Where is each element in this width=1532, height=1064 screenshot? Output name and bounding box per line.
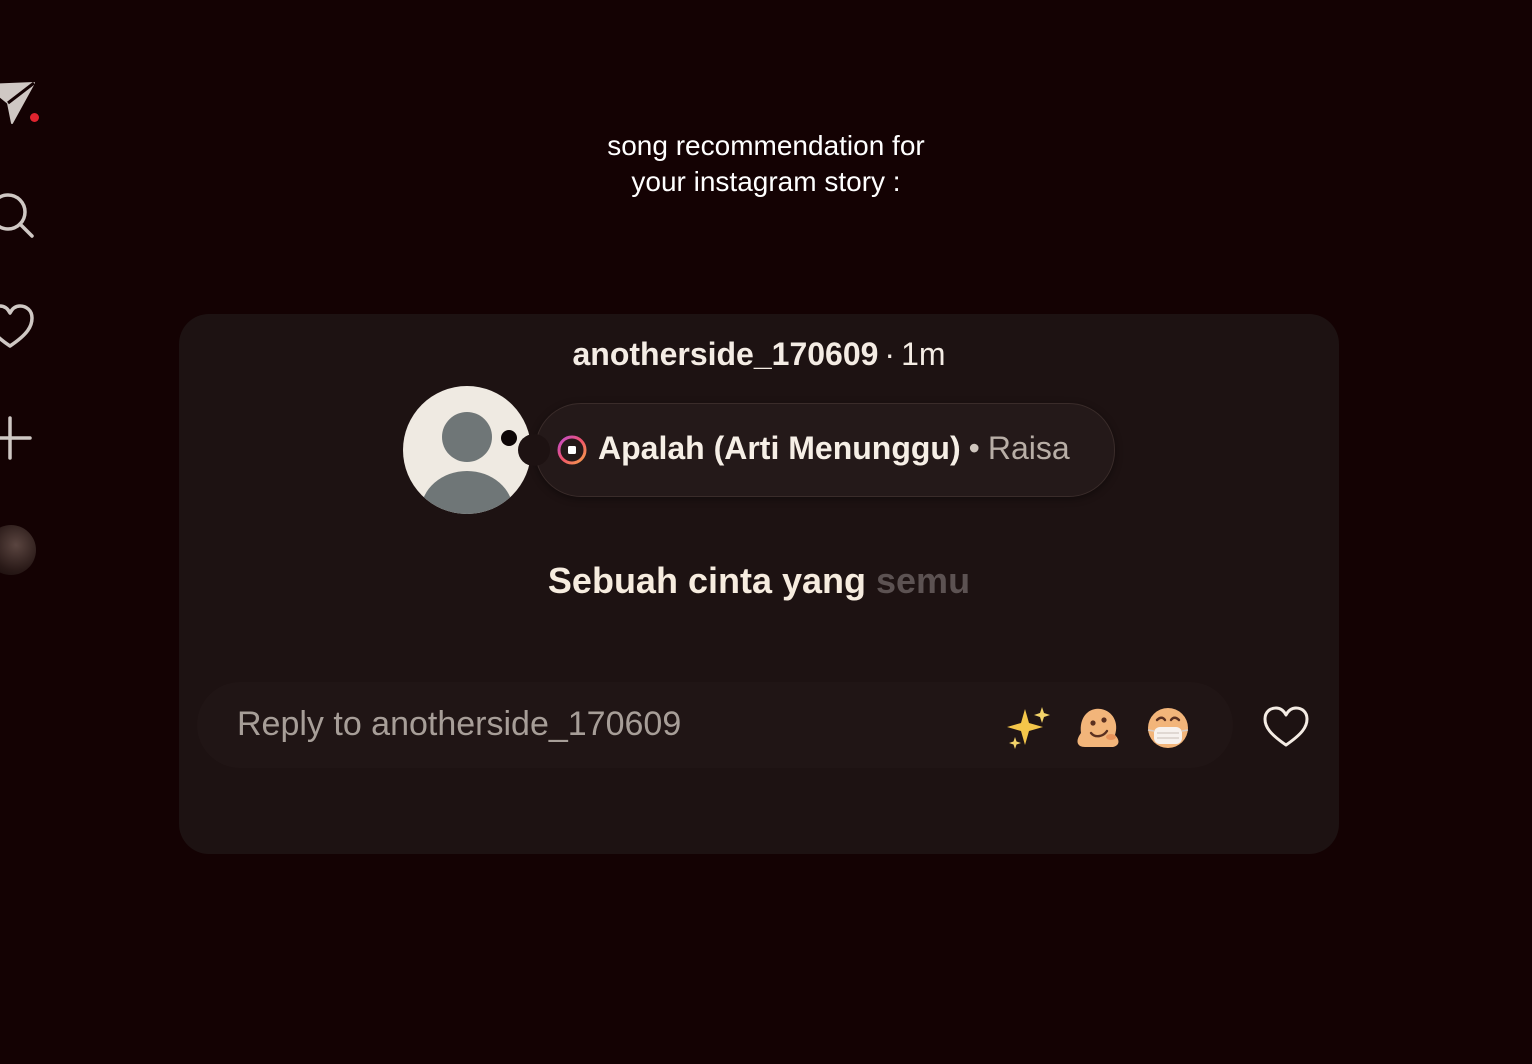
caption-line-2: your instagram story : — [631, 166, 901, 197]
reply-input[interactable]: Reply to anotherside_170609 — [197, 682, 1233, 768]
avatar-head-shape — [442, 412, 492, 462]
avatar-connector-dot — [501, 430, 517, 446]
song-title: Apalah (Arti Menunggu) — [598, 430, 961, 466]
sparkles-emoji[interactable] — [1003, 703, 1053, 753]
paper-plane-icon[interactable] — [0, 75, 38, 131]
lyric-sung: Sebuah cinta yang — [547, 560, 866, 601]
notification-dot — [30, 113, 39, 122]
profile-avatar[interactable] — [0, 525, 36, 575]
avatar-body-shape — [421, 471, 513, 514]
like-heart-icon[interactable] — [1261, 702, 1311, 752]
music-stop-icon — [556, 434, 588, 466]
face-with-medical-mask-emoji[interactable] — [1143, 703, 1193, 753]
music-sticker[interactable]: Apalah (Arti Menunggu) • Raisa — [518, 403, 1115, 497]
music-separator: • — [968, 430, 980, 466]
story-header: anotherside_170609 · 1m — [179, 336, 1339, 373]
caption-text: song recommendation for your instagram s… — [466, 128, 1066, 200]
caption-line-1: song recommendation for — [607, 130, 925, 161]
header-separator: · — [884, 336, 896, 372]
reply-placeholder: Reply to anotherside_170609 — [237, 705, 682, 743]
search-icon[interactable] — [0, 186, 38, 242]
melting-face-emoji[interactable] — [1073, 703, 1123, 753]
plus-icon[interactable] — [0, 410, 38, 466]
song-artist: Raisa — [987, 430, 1070, 466]
story-avatar[interactable] — [403, 386, 531, 514]
music-info: Apalah (Arti Menunggu) • Raisa — [598, 430, 1070, 467]
lyric-line: Sebuah cinta yang semu — [179, 560, 1339, 602]
story-time: 1m — [901, 336, 946, 372]
lyric-unsung: semu — [876, 560, 971, 601]
heart-icon[interactable] — [0, 298, 38, 354]
story-username[interactable]: anotherside_170609 — [572, 336, 878, 372]
music-sticker-notch — [518, 434, 550, 466]
sidebar — [0, 0, 60, 1064]
story-card: anotherside_170609 · 1m Apalah (Arti Men… — [179, 314, 1339, 854]
